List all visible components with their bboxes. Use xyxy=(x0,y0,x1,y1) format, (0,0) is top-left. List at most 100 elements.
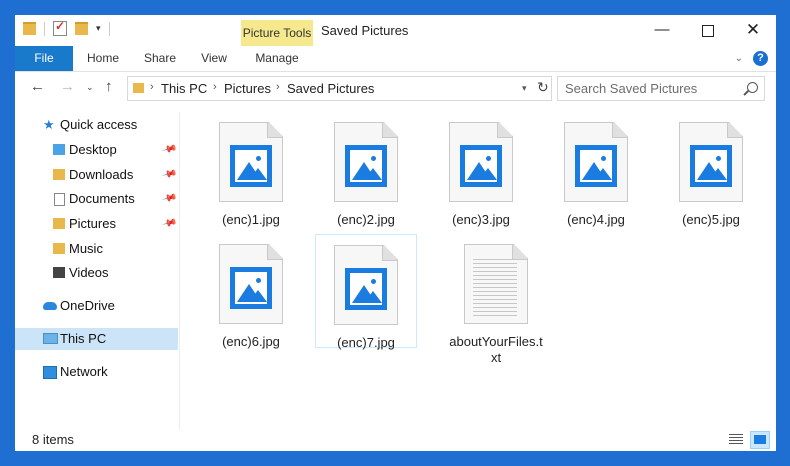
item-count: 8 items xyxy=(32,432,74,447)
expand-ribbon-icon[interactable]: ⌄ xyxy=(735,53,743,64)
cloud-icon xyxy=(43,302,57,310)
sidebar-item-label: Documents xyxy=(69,191,135,206)
sidebar-item-videos[interactable]: Videos xyxy=(15,262,178,284)
up-arrow-icon[interactable]: ↑ xyxy=(105,78,113,95)
file-item[interactable]: (enc)6.jpg xyxy=(201,240,301,350)
file-name: (enc)2.jpg xyxy=(337,212,395,227)
address-dropdown-icon[interactable]: ▾ xyxy=(522,83,527,94)
help-icon[interactable]: ? xyxy=(753,51,768,66)
search-icon xyxy=(747,82,758,93)
breadcrumb-this-pc[interactable]: This PC xyxy=(161,81,207,96)
folder-icon xyxy=(23,22,36,35)
sidebar-item-label: OneDrive xyxy=(60,298,115,313)
search-input[interactable]: Search Saved Pictures xyxy=(557,76,765,101)
image-file-icon xyxy=(219,244,283,324)
breadcrumb-separator: › xyxy=(150,81,154,93)
file-name: aboutYourFiles.txt xyxy=(449,334,543,365)
large-icons-view-icon[interactable] xyxy=(750,431,770,449)
ribbon-tabs: File Home Share View Manage ⌄ ? xyxy=(15,46,776,72)
image-file-icon xyxy=(449,122,513,202)
new-folder-icon[interactable] xyxy=(75,22,88,35)
star-icon: ★ xyxy=(43,117,55,132)
status-bar: 8 items xyxy=(15,430,776,451)
file-name: (enc)1.jpg xyxy=(222,212,280,227)
file-name: (enc)6.jpg xyxy=(222,334,280,349)
sidebar-item-onedrive[interactable]: OneDrive xyxy=(15,295,178,317)
pin-icon[interactable]: 📌 xyxy=(158,211,180,236)
tab-file[interactable]: File xyxy=(15,46,73,71)
videos-icon xyxy=(53,267,65,278)
title-bar: ▾ Picture Tools Saved Pictures — ✕ xyxy=(15,15,776,46)
sidebar-item-documents[interactable]: Documents 📌 xyxy=(15,188,178,210)
tab-home[interactable]: Home xyxy=(85,46,121,71)
file-item[interactable]: (enc)2.jpg xyxy=(316,118,416,228)
properties-icon[interactable] xyxy=(53,19,67,36)
sidebar-item-quick-access[interactable]: ★ Quick access xyxy=(15,114,178,136)
image-file-icon xyxy=(334,122,398,202)
file-name: (enc)7.jpg xyxy=(337,335,395,350)
sidebar-item-label: Music xyxy=(69,241,103,256)
pin-icon[interactable]: 📌 xyxy=(158,186,180,211)
file-name: (enc)5.jpg xyxy=(682,212,740,227)
sidebar-item-label: Desktop xyxy=(69,142,117,157)
music-icon xyxy=(53,243,65,254)
sidebar-item-label: Quick access xyxy=(60,117,138,132)
toolbar-separator xyxy=(108,21,110,36)
folder-icon xyxy=(133,83,144,93)
file-name: (enc)4.jpg xyxy=(567,212,625,227)
file-item[interactable]: aboutYourFiles.txt xyxy=(446,240,546,366)
image-file-icon xyxy=(334,245,398,325)
pin-icon[interactable]: 📌 xyxy=(158,162,180,187)
refresh-icon[interactable]: ↻ xyxy=(537,79,549,96)
pictures-icon xyxy=(53,218,65,229)
image-file-icon xyxy=(564,122,628,202)
quick-access-toolbar: ▾ xyxy=(23,19,110,36)
sidebar-item-desktop[interactable]: Desktop 📌 xyxy=(15,139,178,161)
sidebar-item-this-pc[interactable]: This PC xyxy=(15,328,178,350)
file-item[interactable]: (enc)4.jpg xyxy=(546,118,646,228)
address-row: ← → ⌄ ↑ › This PC › Pictures › Saved Pic… xyxy=(15,72,776,104)
file-item[interactable]: (enc)3.jpg xyxy=(431,118,531,228)
breadcrumb-pictures[interactable]: Pictures xyxy=(224,81,271,96)
close-button[interactable]: ✕ xyxy=(730,15,776,46)
sidebar-item-label: Downloads xyxy=(69,167,134,182)
breadcrumb-separator: › xyxy=(213,81,217,93)
sidebar-item-network[interactable]: Network xyxy=(15,361,178,383)
explorer-window: ▾ Picture Tools Saved Pictures — ✕ File … xyxy=(15,15,776,451)
tab-view[interactable]: View xyxy=(198,46,230,71)
minimize-button[interactable]: — xyxy=(639,15,685,46)
file-item-selected[interactable]: (enc)7.jpg xyxy=(315,234,417,350)
sidebar-item-label: Videos xyxy=(69,265,109,280)
customize-toolbar-icon[interactable]: ▾ xyxy=(96,23,101,34)
back-arrow-icon[interactable]: ← xyxy=(30,78,45,95)
sidebar-item-label: This PC xyxy=(60,331,107,346)
sidebar-item-pictures[interactable]: Pictures 📌 xyxy=(15,213,178,235)
search-placeholder: Search Saved Pictures xyxy=(565,81,698,96)
maximize-icon xyxy=(702,25,714,37)
tab-manage[interactable]: Manage xyxy=(241,46,313,71)
downloads-icon xyxy=(53,169,65,180)
details-view-icon[interactable] xyxy=(729,434,743,446)
image-file-icon xyxy=(219,122,283,202)
ribbon-controls: ⌄ ? xyxy=(735,51,768,66)
toolbar-separator xyxy=(44,21,45,36)
file-name: (enc)3.jpg xyxy=(452,212,510,227)
recent-locations-icon[interactable]: ⌄ xyxy=(86,82,94,93)
file-item[interactable]: (enc)1.jpg xyxy=(201,118,301,228)
sidebar-item-downloads[interactable]: Downloads 📌 xyxy=(15,164,178,186)
pin-icon[interactable]: 📌 xyxy=(158,137,180,162)
picture-tools-label: Picture Tools xyxy=(241,20,313,46)
window-title: Saved Pictures xyxy=(321,23,409,38)
breadcrumb-saved-pictures[interactable]: Saved Pictures xyxy=(287,81,374,96)
sidebar-item-label: Pictures xyxy=(69,216,116,231)
forward-arrow-icon[interactable]: → xyxy=(60,78,75,95)
tab-share[interactable]: Share xyxy=(142,46,178,71)
image-file-icon xyxy=(679,122,743,202)
network-icon xyxy=(43,366,57,379)
address-bar[interactable]: › This PC › Pictures › Saved Pictures ▾ … xyxy=(127,76,552,101)
pane-divider[interactable] xyxy=(179,112,180,430)
navigation-pane: ★ Quick access Desktop 📌 Downloads 📌 Doc… xyxy=(15,112,180,430)
maximize-button[interactable] xyxy=(685,15,731,46)
file-item[interactable]: (enc)5.jpg xyxy=(661,118,761,228)
sidebar-item-music[interactable]: Music xyxy=(15,238,178,260)
